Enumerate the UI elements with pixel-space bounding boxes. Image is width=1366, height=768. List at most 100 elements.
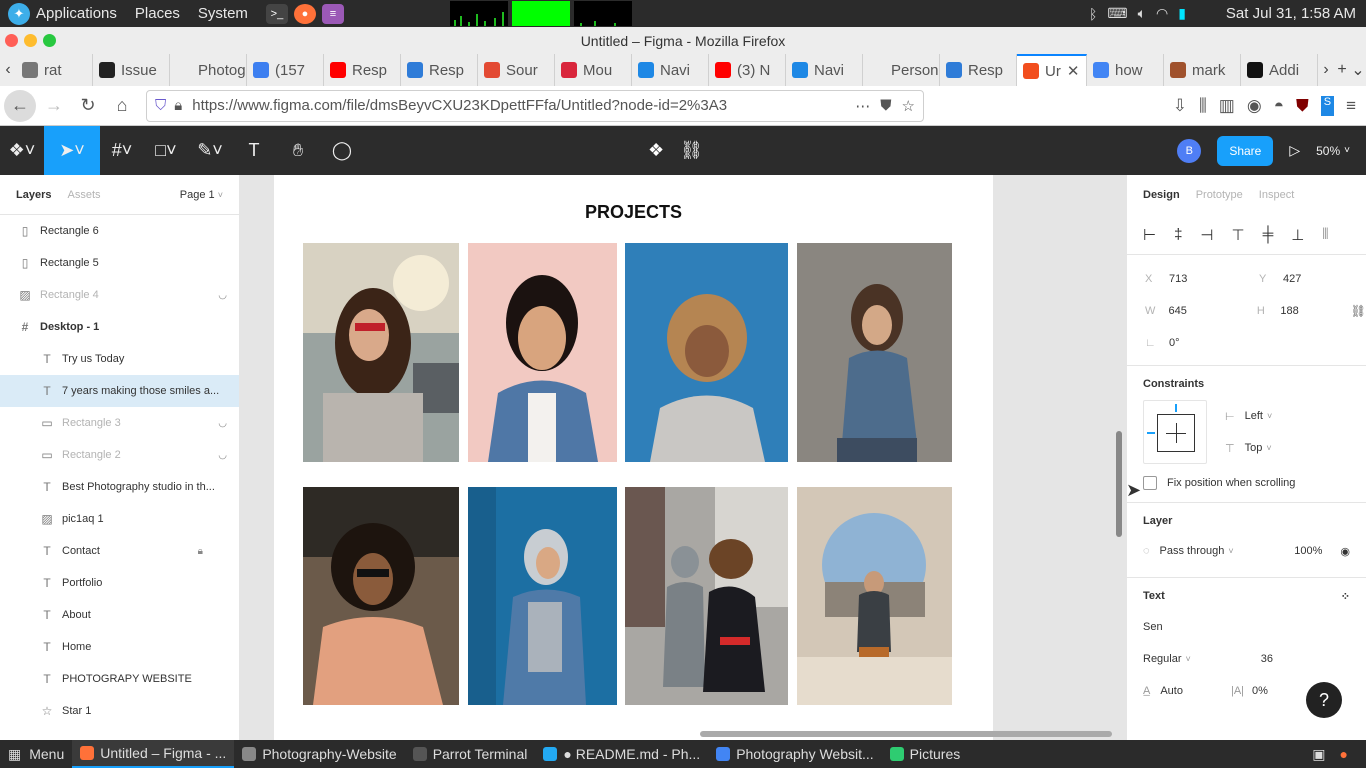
browser-tab[interactable]: Resp	[940, 54, 1017, 86]
project-photo-1[interactable]	[303, 243, 459, 462]
forward-button[interactable]: →	[38, 90, 70, 122]
tab-inspect[interactable]: Inspect	[1259, 189, 1294, 201]
width-field[interactable]: 645	[1168, 305, 1238, 317]
terminal-launcher-icon[interactable]: >_	[265, 3, 288, 24]
tracking-protection-icon[interactable]: ⛉	[155, 97, 166, 114]
layer-item[interactable]: T About	[0, 599, 239, 631]
layer-item[interactable]: T 7 years making those smiles a...	[0, 375, 239, 407]
align-vertical-center-icon[interactable]: ╪	[1263, 226, 1274, 243]
frame-tool-icon[interactable]: #˅	[100, 126, 144, 175]
extension-s-icon[interactable]: S	[1320, 95, 1335, 116]
browser-tab[interactable]: (3) N	[709, 54, 786, 86]
font-size-field[interactable]: 36	[1261, 653, 1273, 665]
ublock-icon[interactable]: ⛊	[1296, 96, 1309, 116]
figma-main-menu-icon[interactable]: ❖˅	[0, 126, 44, 175]
align-left-icon[interactable]: ⊢	[1143, 226, 1156, 244]
browser-tab[interactable]: mark	[1164, 54, 1241, 86]
tab-prototype[interactable]: Prototype	[1196, 189, 1243, 201]
account-icon[interactable]: ◉	[1247, 96, 1262, 116]
present-play-icon[interactable]: ▷	[1289, 142, 1300, 159]
browser-tab[interactable]: Resp	[324, 54, 401, 86]
lock-icon[interactable]: 🔒︎	[174, 97, 182, 114]
help-button[interactable]: ?	[1306, 682, 1342, 718]
browser-tab[interactable]: Mou	[555, 54, 632, 86]
browser-tab[interactable]: rat	[16, 54, 93, 86]
layer-item[interactable]: ▭ Rectangle 2 ◡	[0, 439, 239, 471]
project-photo-7[interactable]	[625, 487, 788, 705]
page-selector[interactable]: Page 1 ˅	[180, 189, 223, 201]
minimize-window-button[interactable]	[24, 34, 37, 47]
clock[interactable]: Sat Jul 31, 1:58 AM	[1226, 5, 1356, 22]
hidden-eye-icon[interactable]: ◡	[218, 418, 227, 429]
layer-item[interactable]: ☆ Star 1	[0, 695, 239, 727]
list-all-tabs-icon[interactable]: ⌄	[1350, 60, 1366, 80]
artboard-desktop-1[interactable]: PROJECTS	[274, 175, 993, 740]
constraints-widget[interactable]	[1143, 400, 1207, 464]
project-photo-8[interactable]	[797, 487, 952, 705]
vertical-constraint-select[interactable]: ⊤ Top ˅	[1225, 432, 1272, 464]
extension-incognito-icon[interactable]: ◓	[1274, 96, 1284, 116]
opacity-field[interactable]: 100%	[1294, 545, 1322, 557]
line-height-field[interactable]: Auto	[1160, 685, 1183, 697]
hamburger-menu-icon[interactable]: ≡	[1346, 96, 1356, 116]
browser-tab[interactable]: Resp	[401, 54, 478, 86]
rotation-field[interactable]: 0°	[1169, 337, 1241, 349]
tab-layers[interactable]: Layers	[16, 189, 51, 201]
canvas-horizontal-scrollbar[interactable]	[700, 731, 1112, 737]
layer-item[interactable]: T Portfolio	[0, 567, 239, 599]
taskbar-window[interactable]: Parrot Terminal	[405, 740, 536, 768]
zoom-level[interactable]: 50%	[1316, 144, 1340, 158]
hidden-eye-icon[interactable]: ◡	[218, 290, 227, 301]
layer-item[interactable]: ▯ Rectangle 6	[0, 215, 239, 247]
align-top-icon[interactable]: ⊤	[1232, 226, 1245, 244]
browser-tab[interactable]: Navi	[632, 54, 709, 86]
layer-item[interactable]: ▨ pic1aq 1	[0, 503, 239, 535]
bookmark-star-icon[interactable]: ☆	[902, 97, 915, 115]
share-button[interactable]: Share	[1217, 135, 1274, 166]
hand-tool-icon[interactable]: ✋︎	[276, 126, 320, 175]
layer-item[interactable]: T PHOTOGRAPY WEBSITE	[0, 663, 239, 695]
browser-tab[interactable]: (157	[247, 54, 324, 86]
zoom-chevron-down-icon[interactable]: ˅	[1344, 145, 1350, 156]
reload-button[interactable]: ↻	[72, 90, 104, 122]
text-styles-icon[interactable]: ⁘	[1341, 590, 1350, 603]
taskbar-window[interactable]: Photography Websit...	[708, 740, 881, 768]
tabs-scroll-right-icon[interactable]: ›	[1318, 61, 1334, 79]
letter-spacing-field[interactable]: 0%	[1252, 685, 1268, 697]
browser-tab[interactable]: Issue	[93, 54, 170, 86]
tabs-scroll-left-icon[interactable]: ‹	[0, 61, 16, 79]
components-icon[interactable]: ❖	[648, 140, 664, 161]
project-photo-2[interactable]	[468, 243, 617, 462]
layer-item[interactable]: T Contact 🔒︎	[0, 535, 239, 567]
horizontal-constraint-select[interactable]: ⊢ Left ˅	[1225, 400, 1272, 432]
x-field[interactable]: 713	[1169, 273, 1241, 285]
browser-tab[interactable]: how	[1087, 54, 1164, 86]
battery-icon[interactable]: ▮	[1178, 5, 1186, 22]
project-photo-3[interactable]	[625, 243, 788, 462]
canvas-vertical-scrollbar[interactable]	[1116, 431, 1122, 537]
close-tab-icon[interactable]: ✕	[1067, 62, 1080, 80]
taskbar-window[interactable]: Untitled – Figma - ...	[72, 740, 235, 768]
close-window-button[interactable]	[5, 34, 18, 47]
font-family-select[interactable]: Sen	[1143, 621, 1163, 633]
browser-tab[interactable]: Ur ✕	[1017, 54, 1087, 86]
hidden-eye-icon[interactable]: ◡	[218, 450, 227, 461]
taskbar-window[interactable]: ● README.md - Ph...	[535, 740, 708, 768]
align-bottom-icon[interactable]: ⊥	[1291, 226, 1304, 244]
applications-menu[interactable]: Applications	[36, 5, 117, 22]
notes-launcher-icon[interactable]: ≡	[321, 3, 344, 24]
project-photo-5[interactable]	[303, 487, 459, 705]
browser-tab[interactable]: Addi	[1241, 54, 1318, 86]
taskbar-window[interactable]: Pictures	[882, 740, 969, 768]
distribute-icon[interactable]: ⫴	[1322, 226, 1328, 243]
browser-tab[interactable]: Navi	[786, 54, 863, 86]
align-horizontal-center-icon[interactable]: ‡	[1174, 226, 1182, 243]
parrot-os-logo-icon[interactable]: ✦	[8, 2, 30, 25]
sidebar-icon[interactable]: ▥	[1219, 96, 1235, 116]
places-menu[interactable]: Places	[135, 5, 180, 22]
layer-item[interactable]: ▯ Rectangle 5	[0, 247, 239, 279]
link-icon[interactable]: ⛓	[680, 140, 703, 161]
system-menu[interactable]: System	[198, 5, 248, 22]
avatar[interactable]: B	[1177, 138, 1202, 163]
taskbar-window[interactable]: Photography-Website	[234, 740, 404, 768]
